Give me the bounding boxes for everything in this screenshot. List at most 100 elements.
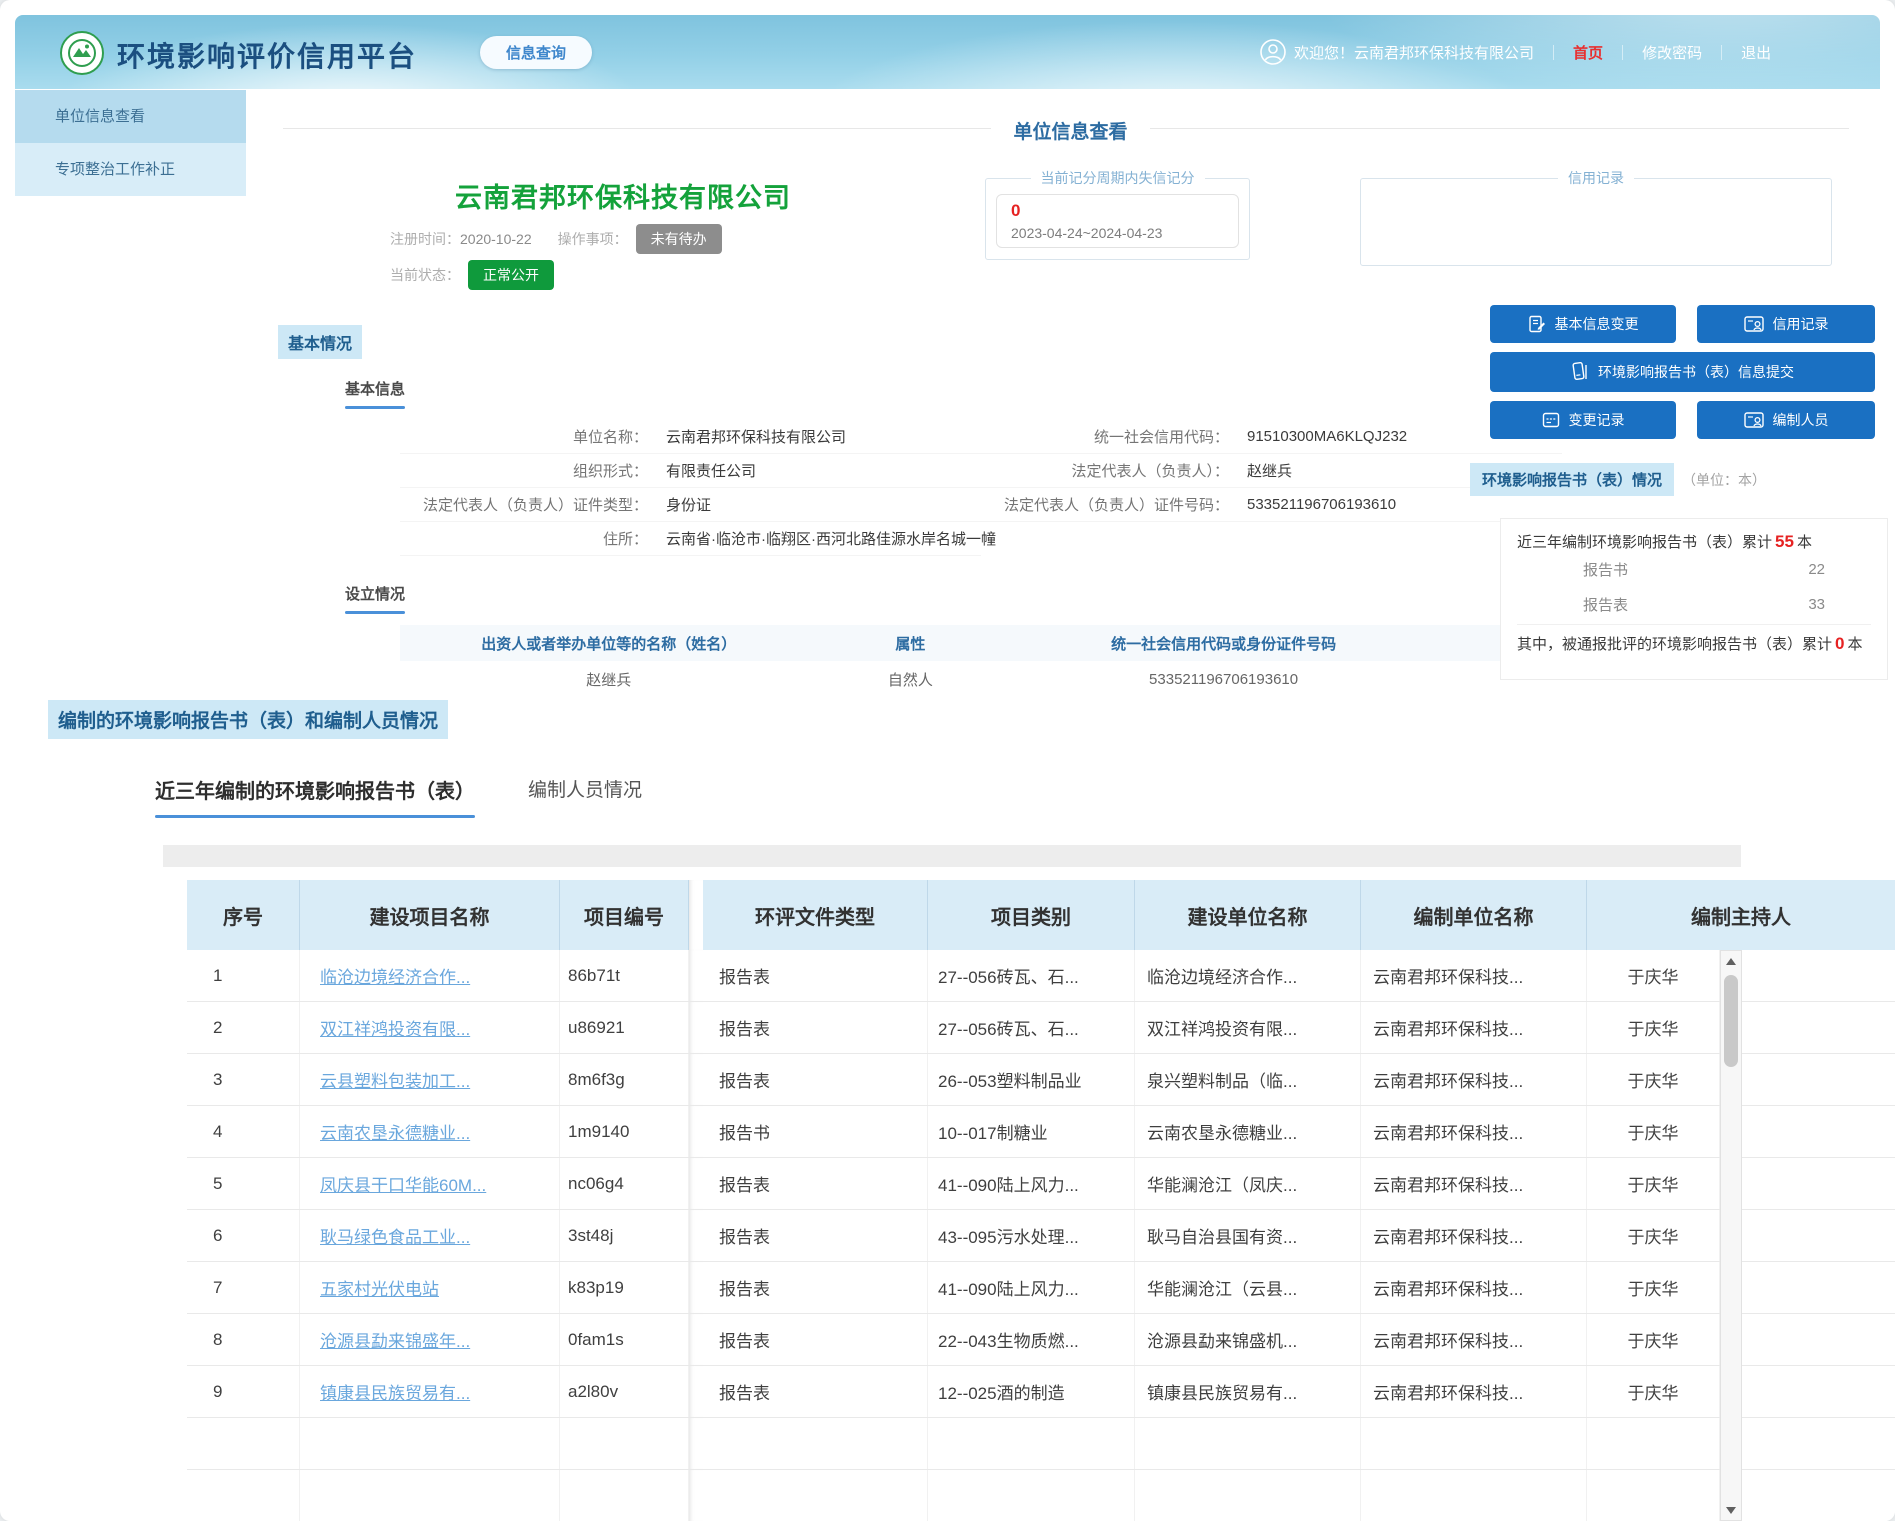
establishment-label: 设立情况 xyxy=(345,586,405,603)
project-name-cell[interactable]: 双江祥鸿投资有限... xyxy=(300,1002,560,1053)
project-name-cell[interactable]: 沧源县勐来锦盛年... xyxy=(300,1314,560,1365)
table-row: 7五家村光伏电站k83p19报告表41--090陆上风力...华能澜沧江（云县.… xyxy=(187,1262,1895,1314)
frozen-pane-divider xyxy=(689,1002,703,1053)
col-seq: 序号 xyxy=(187,880,300,950)
table-row: 4云南农垦永德糖业...1m9140报告书10--017制糖业云南农垦永德糖业.… xyxy=(187,1106,1895,1158)
basic-info-change-button[interactable]: 基本信息变更 xyxy=(1490,305,1676,343)
owner-name-cell: 云南农垦永德糖业... xyxy=(1135,1106,1361,1157)
credit-record-button[interactable]: 信用记录 xyxy=(1697,305,1875,343)
scroll-up-arrow-icon[interactable] xyxy=(1721,951,1741,971)
frozen-pane-divider xyxy=(689,1314,703,1365)
row-index: 8 xyxy=(187,1314,300,1365)
project-name-cell[interactable]: 云南农垦永德糖业... xyxy=(300,1106,560,1157)
project-link[interactable]: 云县塑料包装加工... xyxy=(320,1067,470,1092)
project-link[interactable]: 耿马绿色食品工业... xyxy=(320,1223,470,1248)
agency-name-cell: 云南君邦环保科技... xyxy=(1361,1106,1587,1157)
tab-compilers[interactable]: 编制人员情况 xyxy=(528,775,642,802)
nav-home-link[interactable]: 首页 xyxy=(1573,42,1603,63)
project-name-cell[interactable]: 耿马绿色食品工业... xyxy=(300,1210,560,1261)
category-cell: 27--056砖瓦、石... xyxy=(928,1002,1135,1053)
report-info-submit-button[interactable]: 环境影响报告书（表）信息提交 xyxy=(1490,352,1875,392)
empty-cell xyxy=(928,1470,1135,1521)
project-link[interactable]: 临沧边境经济合作... xyxy=(320,963,470,988)
project-link[interactable]: 沧源县勐来锦盛年... xyxy=(320,1327,470,1352)
agency-name-cell: 云南君邦环保科技... xyxy=(1361,1002,1587,1053)
welcome-text: 欢迎您！云南君邦环保科技有限公司 xyxy=(1294,42,1534,63)
mobile-submit-icon xyxy=(1571,362,1589,382)
sidebar-item-unit-info[interactable]: 单位信息查看 xyxy=(15,90,246,143)
agency-name-cell: 云南君邦环保科技... xyxy=(1361,1366,1587,1417)
field-unit-name: 单位名称： 云南君邦环保科技有限公司 xyxy=(400,420,981,454)
frozen-pane-divider xyxy=(689,1106,703,1157)
status-info-line: 当前状态： 正常公开 xyxy=(390,260,554,290)
document-edit-icon xyxy=(1528,315,1546,333)
empty-cell xyxy=(300,1418,560,1469)
col-project-code: 项目编号 xyxy=(560,880,689,950)
frozen-pane-divider xyxy=(689,1210,703,1261)
sidebar-item-special-rectification[interactable]: 专项整治工作补正 xyxy=(15,143,246,196)
lead-compiler-cell: 于庆华 xyxy=(1587,1054,1720,1105)
basic-info-form: 单位名称： 云南君邦环保科技有限公司 统一社会信用代码： 91510300MA6… xyxy=(400,420,1562,556)
project-name-cell[interactable]: 凤庆县干口华能60M... xyxy=(300,1158,560,1209)
score-period: 2023-04-24~2024-04-23 xyxy=(1011,225,1224,241)
project-name-cell[interactable]: 五家村光伏电站 xyxy=(300,1262,560,1313)
col-lead-compiler: 编制主持人 xyxy=(1587,880,1895,950)
project-link[interactable]: 凤庆县干口华能60M... xyxy=(320,1171,486,1196)
col-category: 项目类别 xyxy=(928,880,1135,950)
tab-basic-info[interactable]: 基本信息 xyxy=(345,378,405,409)
tab-recent-reports[interactable]: 近三年编制的环境影响报告书（表） xyxy=(155,775,475,818)
project-code-cell: 1m9140 xyxy=(560,1106,689,1157)
project-link[interactable]: 双江祥鸿投资有限... xyxy=(320,1015,470,1040)
scrollbar-thumb[interactable] xyxy=(1724,975,1738,1067)
frozen-pane-divider xyxy=(689,1366,703,1417)
report-table: 序号 建设项目名称 项目编号 环评文件类型 项目类别 建设单位名称 编制单位名称… xyxy=(187,880,1895,1521)
change-record-button[interactable]: 变更记录 xyxy=(1490,401,1676,439)
nav-change-password-link[interactable]: 修改密码 xyxy=(1642,42,1702,63)
project-link[interactable]: 镇康县民族贸易有... xyxy=(320,1379,470,1404)
col-credit-or-id: 统一社会信用代码或身份证件号码 xyxy=(1003,633,1444,654)
project-link[interactable]: 云南农垦永德糖业... xyxy=(320,1119,470,1144)
agency-name-cell: 云南君邦环保科技... xyxy=(1361,1210,1587,1261)
project-link[interactable]: 五家村光伏电站 xyxy=(320,1275,439,1300)
lead-compiler-cell: 于庆华 xyxy=(1587,1106,1720,1157)
scroll-down-arrow-icon[interactable] xyxy=(1721,1500,1741,1520)
empty-cell xyxy=(1587,1470,1720,1521)
compilers-button[interactable]: 编制人员 xyxy=(1697,401,1875,439)
table-row: 6耿马绿色食品工业...3st48j报告表43--095污水处理...耿马自治县… xyxy=(187,1210,1895,1262)
report-table-body: 1临沧边境经济合作...86b71t报告表27--056砖瓦、石...临沧边境经… xyxy=(187,950,1895,1521)
sidebar: 单位信息查看 专项整治工作补正 xyxy=(15,90,246,196)
empty-cell xyxy=(703,1470,928,1521)
field-empty xyxy=(981,522,1562,556)
empty-cell xyxy=(1135,1470,1361,1521)
establishment-header-row: 出资人或者举办单位等的名称（姓名） 属性 统一社会信用代码或身份证件号码 xyxy=(400,625,1560,661)
table-row: 3云县塑料包装加工...8m6f3g报告表26--053塑料制品业泉兴塑料制品（… xyxy=(187,1054,1895,1106)
user-icon xyxy=(1260,39,1286,65)
info-query-button[interactable]: 信息查询 xyxy=(480,36,592,69)
nav-logout-link[interactable]: 退出 xyxy=(1741,42,1771,63)
col-founder-name: 出资人或者举办单位等的名称（姓名） xyxy=(400,633,818,654)
platform-logo-icon xyxy=(60,31,104,75)
table-row: 2双江祥鸿投资有限...u86921报告表27--056砖瓦、石...双江祥鸿投… xyxy=(187,1002,1895,1054)
reports-section-label: 编制的环境影响报告书（表）和编制人员情况 xyxy=(48,700,448,739)
stats-total-line: 近三年编制环境影响报告书（表）累计55本 xyxy=(1517,531,1871,552)
project-code-cell: a2l80v xyxy=(560,1366,689,1417)
frozen-pane-divider xyxy=(689,950,703,1001)
doc-type-cell: 报告表 xyxy=(703,1314,928,1365)
frozen-pane-divider xyxy=(689,1054,703,1105)
owner-name-cell: 沧源县勐来锦盛机... xyxy=(1135,1314,1361,1365)
report-stats-box: 近三年编制环境影响报告书（表）累计55本 报告书22 报告表33 其中，被通报批… xyxy=(1500,518,1888,680)
project-name-cell[interactable]: 临沧边境经济合作... xyxy=(300,950,560,1001)
empty-cell xyxy=(689,1418,703,1469)
project-code-cell: 0fam1s xyxy=(560,1314,689,1365)
category-cell: 41--090陆上风力... xyxy=(928,1262,1135,1313)
stats-item-report-form: 报告表33 xyxy=(1517,587,1871,622)
tab-compilers-label: 编制人员情况 xyxy=(528,780,642,801)
project-name-cell[interactable]: 镇康县民族贸易有... xyxy=(300,1366,560,1417)
row-index: 7 xyxy=(187,1262,300,1313)
category-cell: 10--017制糖业 xyxy=(928,1106,1135,1157)
project-name-cell[interactable]: 云县塑料包装加工... xyxy=(300,1054,560,1105)
vertical-scrollbar[interactable] xyxy=(1720,950,1742,1521)
project-code-cell: nc06g4 xyxy=(560,1158,689,1209)
project-code-cell: 8m6f3g xyxy=(560,1054,689,1105)
row-index: 5 xyxy=(187,1158,300,1209)
